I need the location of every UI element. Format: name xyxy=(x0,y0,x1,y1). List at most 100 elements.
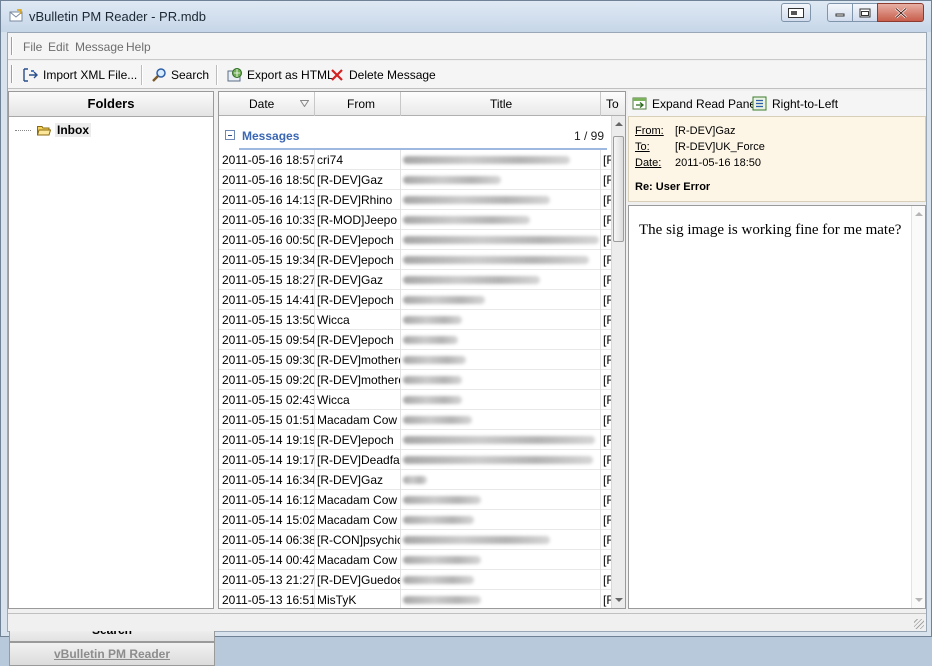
redacted-title-blur xyxy=(403,176,501,184)
cell-title-redacted xyxy=(401,430,601,450)
cell-title-redacted xyxy=(401,490,601,510)
table-row[interactable]: 2011-05-15 09:54 [R-DEV]epoch [F xyxy=(219,330,613,350)
right-to-left-button[interactable]: Right-to-Left xyxy=(752,95,838,113)
table-row[interactable]: 2011-05-14 15:02 Macadam Cow [F xyxy=(219,510,613,530)
table-row[interactable]: 2011-05-15 09:30[R-DEV]motherde[F xyxy=(219,350,613,370)
cell-title-redacted xyxy=(401,170,601,190)
folders-header: Folders xyxy=(9,92,213,117)
title-bar[interactable]: vBulletin PM Reader - PR.mdb xyxy=(1,1,931,32)
sort-descending-icon xyxy=(300,100,309,107)
folders-pane: Folders Inbox Search vBulletin PM Reader xyxy=(8,91,215,666)
table-row[interactable]: 2011-05-16 00:50 [R-DEV]epoch [F xyxy=(219,230,613,250)
redacted-title-blur xyxy=(403,276,540,284)
table-row[interactable]: 2011-05-16 10:33 [R-MOD]Jeepo [F xyxy=(219,210,613,230)
table-row[interactable]: 2011-05-16 18:57 cri74 [F xyxy=(219,150,613,170)
table-row[interactable]: 2011-05-15 01:51 Macadam Cow [F xyxy=(219,410,613,430)
import-xml-label: Import XML File... xyxy=(43,68,138,82)
redacted-title-blur xyxy=(403,516,474,524)
table-row[interactable]: 2011-05-15 18:27 [R-DEV]Gaz [F xyxy=(219,270,613,290)
cell-date: 2011-05-14 16:34 xyxy=(219,470,315,490)
read-pane-scrollbar[interactable] xyxy=(911,206,925,608)
table-row[interactable]: 2011-05-15 02:43 Wicca [F xyxy=(219,390,613,410)
cell-from: MisTyK xyxy=(315,590,401,608)
table-row[interactable]: 2011-05-15 19:34 [R-DEV]epoch [F xyxy=(219,250,613,270)
scroll-up-icon[interactable] xyxy=(615,122,623,126)
scrollbar-thumb[interactable] xyxy=(613,136,624,242)
table-row[interactable]: 2011-05-13 21:27 [R-DEV]Guedoe [F xyxy=(219,570,613,590)
maximize-button[interactable] xyxy=(852,3,878,22)
read-pane: Expand Read Pane Right-to-Left From: [R-… xyxy=(628,91,926,609)
table-row[interactable]: 2011-05-14 16:12 Macadam Cow [F xyxy=(219,490,613,510)
column-header-to[interactable]: To xyxy=(601,92,625,116)
sidebar-brand-link[interactable]: vBulletin PM Reader xyxy=(9,642,215,666)
column-header-date[interactable]: Date xyxy=(219,92,315,116)
app-icon xyxy=(9,9,23,23)
right-to-left-icon xyxy=(752,96,767,111)
menu-grip[interactable] xyxy=(11,37,13,55)
scroll-down-icon[interactable] xyxy=(615,598,623,602)
table-row[interactable]: 2011-05-15 09:20[R-DEV]motherde[F xyxy=(219,370,613,390)
search-button[interactable]: Search xyxy=(151,66,209,84)
toolbar-separator xyxy=(141,65,143,85)
cell-title-redacted xyxy=(401,510,601,530)
redacted-title-blur xyxy=(403,236,599,244)
export-html-label: Export as HTML xyxy=(247,68,334,82)
column-label-date: Date xyxy=(249,97,275,111)
redacted-title-blur xyxy=(403,216,530,224)
cell-date: 2011-05-13 16:51 xyxy=(219,590,315,608)
menu-file[interactable]: File xyxy=(23,40,42,54)
restore-window-button[interactable] xyxy=(781,3,811,22)
redacted-title-blur xyxy=(403,376,462,384)
cell-title-redacted xyxy=(401,350,601,370)
redacted-title-blur xyxy=(403,496,481,504)
import-xml-button[interactable]: Import XML File... xyxy=(22,66,137,84)
table-row[interactable]: 2011-05-15 13:50 Wicca [F xyxy=(219,310,613,330)
cell-title-redacted xyxy=(401,230,601,250)
close-icon xyxy=(894,7,907,18)
column-header-from[interactable]: From xyxy=(315,92,401,116)
table-row[interactable]: 2011-05-16 18:50 [R-DEV]Gaz [F xyxy=(219,170,613,190)
toolbar-grip[interactable] xyxy=(11,65,13,83)
cell-title-redacted xyxy=(401,570,601,590)
cell-title-redacted xyxy=(401,310,601,330)
import-xml-icon xyxy=(23,68,38,82)
group-label: Messages xyxy=(242,129,300,143)
table-row[interactable]: 2011-05-16 14:13 [R-DEV]Rhino [F xyxy=(219,190,613,210)
menu-edit[interactable]: Edit xyxy=(48,40,69,54)
column-header-row: Date From Title To xyxy=(219,92,625,116)
export-html-button[interactable]: Export as HTML xyxy=(227,66,334,84)
delete-message-button[interactable]: Delete Message xyxy=(329,66,436,84)
table-row[interactable]: 2011-05-14 19:19 [R-DEV]epoch [F xyxy=(219,430,613,450)
cell-title-redacted xyxy=(401,410,601,430)
collapse-group-icon[interactable] xyxy=(225,130,235,140)
close-button[interactable] xyxy=(877,3,924,22)
cell-from: Macadam Cow xyxy=(315,550,401,570)
scroll-down-icon[interactable] xyxy=(915,598,923,602)
message-list-scrollbar[interactable] xyxy=(611,116,625,608)
redacted-title-blur xyxy=(403,556,481,564)
scroll-up-icon[interactable] xyxy=(915,212,923,216)
redacted-title-blur xyxy=(403,476,427,484)
menu-message[interactable]: Message xyxy=(75,40,124,54)
table-row[interactable]: 2011-05-15 14:41 [R-DEV]epoch [F xyxy=(219,290,613,310)
cell-from: Macadam Cow xyxy=(315,510,401,530)
message-group-header[interactable]: Messages 1 / 99 xyxy=(219,116,611,150)
client-area: File Edit Message Help Import XML File..… xyxy=(7,32,927,666)
cell-date: 2011-05-15 14:41 xyxy=(219,290,315,310)
delete-message-label: Delete Message xyxy=(349,68,436,82)
message-body[interactable]: The sig image is working fine for me mat… xyxy=(628,205,926,609)
cell-from: [R-DEV]epoch xyxy=(315,230,401,250)
folder-item-inbox[interactable]: Inbox xyxy=(15,122,91,138)
table-row[interactable]: 2011-05-14 00:42 Macadam Cow [F xyxy=(219,550,613,570)
table-row[interactable]: 2011-05-14 19:17 [R-DEV]Deadfast [F xyxy=(219,450,613,470)
minimize-button[interactable] xyxy=(827,3,853,22)
cell-from: [R-MOD]Jeepo xyxy=(315,210,401,230)
resize-grip[interactable] xyxy=(914,619,924,629)
cell-title-redacted xyxy=(401,370,601,390)
menu-help[interactable]: Help xyxy=(126,40,151,54)
table-row[interactable]: 2011-05-14 16:34 [R-DEV]Gaz [F xyxy=(219,470,613,490)
table-row[interactable]: 2011-05-13 16:51 MisTyK [F xyxy=(219,590,613,608)
column-header-title[interactable]: Title xyxy=(401,92,601,116)
expand-read-pane-button[interactable]: Expand Read Pane xyxy=(632,95,756,113)
table-row[interactable]: 2011-05-14 06:38[R-CON]psychicka[F xyxy=(219,530,613,550)
